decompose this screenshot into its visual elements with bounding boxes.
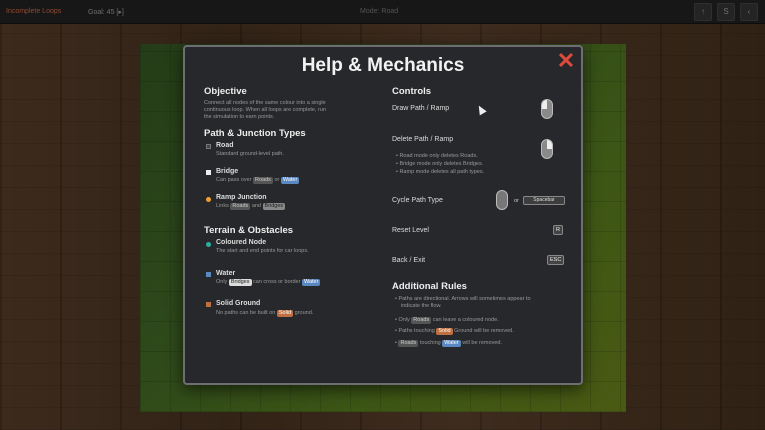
solid-tag: Solid xyxy=(276,310,294,317)
close-icon[interactable]: ✕ xyxy=(555,50,577,73)
road-title: Road xyxy=(216,142,234,149)
left-click-icon xyxy=(541,99,553,119)
solid-title: Solid Ground xyxy=(216,300,261,307)
rule-1b: indicate the flow. xyxy=(401,303,442,309)
delete-note-2: • Bridge mode only deletes Bridges. xyxy=(396,161,484,167)
objective-text-1: Connect all nodes of the same colour int… xyxy=(204,100,326,106)
water-swatch xyxy=(206,272,211,277)
bridges-tag: Bridges xyxy=(262,203,286,210)
cursor-icon xyxy=(475,103,487,116)
solid-tag: Solid xyxy=(436,328,453,335)
r-key: R xyxy=(553,225,563,235)
water-tag: Water xyxy=(301,279,321,286)
water-desc: Only Bridges can cross or border Water xyxy=(216,279,321,286)
draw-label: Draw Path / Ramp xyxy=(392,105,450,112)
rule-4: • Roads touching Water will be removed. xyxy=(395,340,502,347)
water-title: Water xyxy=(216,270,236,277)
right-click-icon xyxy=(541,139,553,159)
delete-note-1: • Road mode only deletes Roads. xyxy=(396,153,478,159)
road-tag: Roads xyxy=(398,340,419,347)
road-tag: Roads xyxy=(411,317,432,324)
ramp-title: Ramp Junction xyxy=(216,194,267,201)
bridge-desc: Can pass over Roads or Water xyxy=(216,177,300,184)
objective-text-2: continuous loop. When all loops are comp… xyxy=(204,107,326,113)
ramp-desc: Links Roads and Bridges xyxy=(216,203,286,210)
reset-label: Reset Level xyxy=(392,227,429,234)
scroll-wheel-icon xyxy=(496,190,508,210)
node-title: Coloured Node xyxy=(216,239,267,246)
rule-2: • Only Roads can leave a coloured node. xyxy=(395,317,499,324)
controls-heading: Controls xyxy=(392,86,432,97)
bridge-title: Bridge xyxy=(216,168,239,175)
road-desc: Standard ground-level path. xyxy=(216,151,284,157)
help-dialog: Help & Mechanics ✕ Objective Connect all… xyxy=(183,45,583,385)
delete-label: Delete Path / Ramp xyxy=(392,136,454,143)
road-swatch xyxy=(206,144,211,149)
cycle-label: Cycle Path Type xyxy=(392,197,443,204)
esc-key: ESC xyxy=(547,255,565,265)
water-tag: Water xyxy=(280,177,300,184)
objective-heading: Objective xyxy=(204,86,247,97)
cycle-or: or xyxy=(514,198,519,204)
node-desc: The start and end points for car loops. xyxy=(216,248,309,254)
rules-heading: Additional Rules xyxy=(392,281,467,292)
bridges-tag: Bridges xyxy=(228,279,252,286)
rule-1a: • Paths are directional. Arrows will som… xyxy=(395,296,531,302)
delete-note-3: • Ramp mode deletes all path types. xyxy=(396,169,485,175)
dialog-title: Help & Mechanics xyxy=(301,55,465,76)
road-tag: Roads xyxy=(253,177,273,184)
back-label: Back / Exit xyxy=(392,257,426,264)
node-swatch xyxy=(206,242,211,247)
spacebar-key: Spacebar xyxy=(523,196,565,205)
ramp-swatch xyxy=(206,197,211,202)
rule-3: • Paths touching Solid Ground will be re… xyxy=(395,328,514,335)
solid-desc: No paths can be built on Solid ground. xyxy=(216,310,314,317)
path-types-heading: Path & Junction Types xyxy=(204,128,306,139)
bridge-swatch xyxy=(206,170,211,175)
terrain-heading: Terrain & Obstacles xyxy=(204,225,294,236)
solid-swatch xyxy=(206,302,211,307)
water-tag: Water xyxy=(442,340,461,347)
road-tag: Roads xyxy=(230,203,251,210)
objective-text-3: the simulation to earn points. xyxy=(204,114,275,120)
